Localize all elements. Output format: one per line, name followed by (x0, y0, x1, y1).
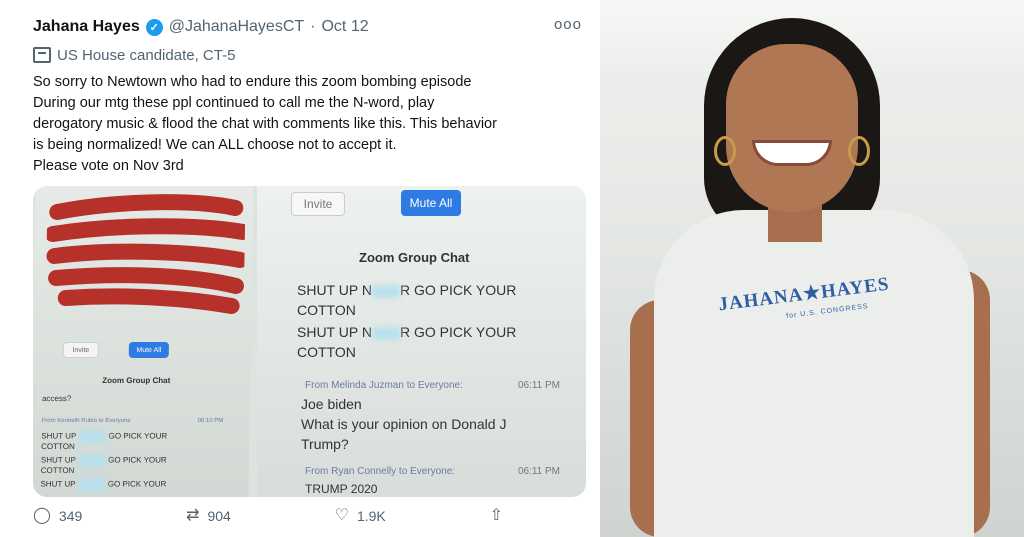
retweet-icon: ⇄ (186, 507, 200, 524)
chat-message: Trump? (301, 436, 349, 452)
author-name[interactable]: Jahana Hayes (33, 18, 140, 36)
tweet-text: So sorry to Newtown who had to endure th… (33, 72, 588, 177)
tweet-date[interactable]: Oct 12 (321, 18, 368, 36)
chat-sender: From Kenneth Rubio to Everyone (41, 418, 131, 424)
tweet-line: is being normalized! We can ALL choose n… (33, 137, 397, 153)
chat-message: COTTON (297, 302, 356, 318)
invite-button: Invite (62, 342, 99, 358)
chat-sender: From Melinda Juzman to Everyone: (305, 380, 463, 391)
chat-title: Zoom Group Chat (359, 250, 470, 265)
chat-message: SHUT UP NR GO PICK YOUR (297, 282, 517, 298)
chat-message: Joe biden (301, 396, 362, 412)
mute-all-button: Mute All (401, 190, 461, 216)
tweet-line: During our mtg these ppl continued to ca… (33, 95, 435, 111)
heart-icon: ♡ (334, 507, 349, 524)
chat-time: 06:10 PM (197, 418, 224, 424)
chat-message: access? (41, 394, 72, 403)
chat-message: What is your opinion on Donald J (301, 416, 507, 432)
composite-image: Jahana Hayes ✓ @JahanaHayesCT · Oct 12 o… (0, 0, 1024, 537)
tweet-line: derogatory music & flood the chat with c… (33, 116, 497, 132)
mute-all-button: Mute All (128, 342, 169, 358)
candidate-label: US House candidate, CT-5 (33, 44, 582, 66)
red-scribble-redaction (45, 194, 246, 314)
reply-icon: ◯ (33, 507, 51, 524)
tweet-media[interactable]: Invite Mute All Zoom Group Chat access? … (33, 186, 586, 497)
chat-message: COTTON (297, 344, 356, 360)
face (726, 44, 858, 212)
author-handle[interactable]: @JahanaHayesCT (169, 18, 304, 36)
chat-message: SHUT UP GO PICK YOUR (40, 478, 166, 491)
retweet-button[interactable]: ⇄ 904 (186, 507, 231, 525)
verified-badge-icon: ✓ (145, 18, 163, 36)
candidate-photo: JAHANA★HAYES for U.S. CONGRESS (600, 0, 1024, 537)
chat-time: 06:11 PM (517, 380, 560, 391)
tweet-line: So sorry to Newtown who had to endure th… (33, 74, 472, 90)
share-icon: ⇧ (489, 507, 503, 524)
chat-screenshot-right[interactable]: Invite Mute All Zoom Group Chat SHUT UP … (257, 186, 586, 497)
invite-button: Invite (291, 192, 345, 216)
tweet-line: Please vote on Nov 3rd (33, 158, 184, 174)
chat-message: TRUMP 2020 (305, 482, 378, 496)
reply-button[interactable]: ◯ 349 (33, 507, 83, 525)
reply-count: 349 (58, 508, 83, 524)
more-options-icon[interactable]: ooo (554, 16, 582, 33)
like-button[interactable]: ♡ 1.9K (334, 507, 386, 525)
chat-sender: From Ryan Connelly to Everyone: (305, 466, 456, 477)
retweet-count: 904 (207, 508, 231, 524)
separator: · (310, 18, 316, 35)
chat-screenshot-left[interactable]: Invite Mute All Zoom Group Chat access? … (33, 186, 254, 497)
chat-message: COTTON (40, 466, 75, 475)
chat-time: 06:11 PM (517, 466, 560, 477)
tweet-actions: ◯ 349 ⇄ 904 ♡ 1.9K ⇧ (33, 507, 503, 525)
candidate-label-text: US House candidate, CT-5 (57, 46, 236, 64)
chat-title: Zoom Group Chat (102, 376, 171, 385)
share-button[interactable]: ⇧ (490, 508, 503, 524)
chat-message: COTTON (41, 442, 75, 451)
like-count: 1.9K (356, 508, 386, 524)
earring-right-icon (848, 136, 870, 166)
government-label-icon (33, 47, 51, 63)
tweet-header: Jahana Hayes ✓ @JahanaHayesCT · Oct 12 (33, 14, 582, 40)
earring-left-icon (714, 136, 736, 166)
chat-message: SHUT UP NR GO PICK YOUR (297, 324, 517, 340)
campaign-tshirt (654, 210, 974, 537)
